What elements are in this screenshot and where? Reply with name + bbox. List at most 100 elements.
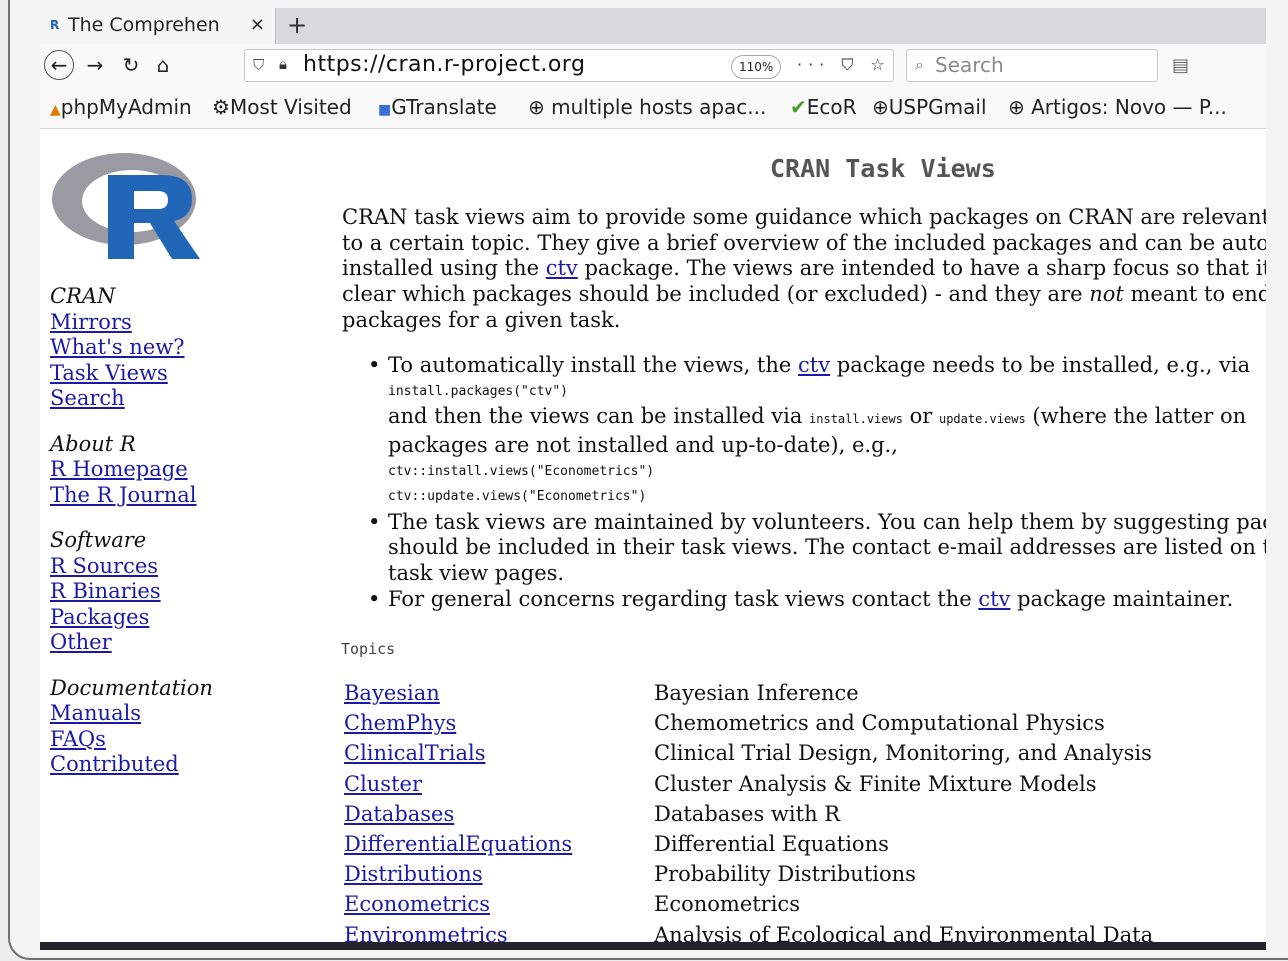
list-item: • To automatically install the views, th… xyxy=(356,353,1266,510)
intro-line: installed using the ctv package. The vie… xyxy=(342,256,1266,281)
topic-link[interactable]: Bayesian xyxy=(344,681,440,705)
topic-description: Probability Distributions xyxy=(654,862,916,887)
bookmark-ecor[interactable]: ✔EcoR xyxy=(790,95,857,119)
topic-description: Databases with R xyxy=(654,801,841,826)
intro-paragraph: CRAN task views aim to provide some guid… xyxy=(342,205,1266,334)
url-text[interactable]: https://cran.r-project.org xyxy=(303,52,585,77)
globe-icon: ⊕ xyxy=(872,95,889,119)
globe-icon: ⊕ xyxy=(1008,95,1025,119)
gear-icon: ⚙ xyxy=(212,95,230,119)
code-update-econometrics: ctv::update.views("Econometrics") xyxy=(388,489,647,505)
ctv-link[interactable]: ctv xyxy=(798,353,830,377)
topic-link[interactable]: ChemPhys xyxy=(344,711,456,735)
table-row: Cluster Cluster Analysis & Finite Mixture… xyxy=(344,772,1244,802)
topic-description: Cluster Analysis & Finite Mixture Models xyxy=(654,771,1097,796)
sidebar-heading-software: Software xyxy=(50,528,147,552)
translate-icon: ■ xyxy=(378,102,392,118)
reload-button[interactable]: ↻ xyxy=(116,50,146,80)
sidebar-link-search[interactable]: Search xyxy=(50,386,125,410)
sidebar: CRAN Mirrors What's new? Task Views Sear… xyxy=(50,284,300,798)
topic-description: Econometrics xyxy=(654,892,800,917)
bullet-list: • To automatically install the views, th… xyxy=(356,353,1266,612)
phpmyadmin-icon: ▲ xyxy=(50,102,61,118)
sidebar-group-docs: Documentation Manuals FAQs Contributed xyxy=(50,676,300,778)
sidebar-link-task-views[interactable]: Task Views xyxy=(50,361,168,385)
lock-icon[interactable]: 🔒︎ xyxy=(279,55,287,73)
topic-link[interactable]: Econometrics xyxy=(344,892,490,916)
r-favicon-icon: R xyxy=(50,18,60,32)
zoom-indicator[interactable]: 110% xyxy=(731,55,782,79)
back-button[interactable]: ← xyxy=(44,50,74,80)
sidebar-link-whats-new[interactable]: What's new? xyxy=(50,335,184,359)
topic-description: Differential Equations xyxy=(654,831,889,856)
bookmark-phpmyadmin[interactable]: ▲phpMyAdmin xyxy=(50,95,192,119)
sidebar-group-software: Software R Sources R Binaries Packages O… xyxy=(50,528,300,656)
forward-button[interactable]: → xyxy=(80,50,110,80)
table-row: DifferentialEquations Differential Equati… xyxy=(344,832,1244,862)
home-button[interactable]: ⌂ xyxy=(148,50,178,80)
table-row: Databases Databases with R xyxy=(344,802,1244,832)
topic-description: Chemometrics and Computational Physics xyxy=(654,711,1105,736)
topic-description: Clinical Trial Design, Monitoring, and A… xyxy=(654,741,1152,766)
navigation-bar: ← → ↻ ⌂ ⛉ 🔒︎ https://cran.r-project.org … xyxy=(40,44,1266,89)
bookmark-artigos[interactable]: ⊕ Artigos: Novo — P... xyxy=(1008,95,1227,119)
intro-line: to a certain topic. They give a brief ov… xyxy=(342,230,1266,255)
new-tab-button[interactable]: + xyxy=(287,11,307,39)
sidebar-group-about: About R R Homepage The R Journal xyxy=(50,432,300,509)
sidebar-link-other[interactable]: Other xyxy=(50,630,112,654)
sidebar-link-faqs[interactable]: FAQs xyxy=(50,727,106,751)
sidebar-link-manuals[interactable]: Manuals xyxy=(50,701,141,725)
sidebar-link-r-homepage[interactable]: R Homepage xyxy=(50,457,188,481)
ctv-link[interactable]: ctv xyxy=(978,587,1010,611)
page-title: CRAN Task Views xyxy=(770,154,996,183)
r-logo-icon[interactable] xyxy=(50,151,204,261)
leaf-icon: ✔ xyxy=(790,95,807,119)
taskbar-edge xyxy=(40,942,1266,950)
bookmark-multiple-hosts[interactable]: ⊕ multiple hosts apac... xyxy=(528,95,766,119)
sidebar-link-contributed[interactable]: Contributed xyxy=(50,752,179,776)
topic-link[interactable]: Distributions xyxy=(344,862,483,886)
sidebar-link-r-journal[interactable]: The R Journal xyxy=(50,483,197,507)
search-placeholder[interactable]: Search xyxy=(935,53,1004,77)
list-item: • For general concerns regarding task vi… xyxy=(368,586,1234,611)
table-row: Econometrics Econometrics xyxy=(344,892,1244,922)
bookmark-most-visited[interactable]: ⚙Most Visited xyxy=(212,95,352,119)
tracking-shield-icon[interactable]: ⛉ xyxy=(253,56,264,74)
list-item: • The task views are maintained by volun… xyxy=(368,509,1266,586)
topic-link[interactable]: Cluster xyxy=(344,772,422,796)
table-row: ChemPhys Chemometrics and Computational P… xyxy=(344,711,1244,741)
sidebar-link-mirrors[interactable]: Mirrors xyxy=(50,310,132,334)
code-install-views: install.views xyxy=(809,412,903,427)
topic-link[interactable]: ClinicalTrials xyxy=(344,741,486,765)
globe-icon: ⊕ xyxy=(528,95,545,119)
bookmark-uspgmail[interactable]: ⊕USPGmail xyxy=(872,95,987,119)
page-actions-icons[interactable]: ··· ⛉ ☆ xyxy=(797,55,891,75)
intro-line: clear which packages should be included … xyxy=(342,282,1266,307)
sidebar-heading-cran: CRAN xyxy=(50,284,116,308)
tab-active[interactable]: R The Comprehen × xyxy=(40,8,276,44)
topics-heading: Topics xyxy=(341,640,396,658)
sidebar-link-r-sources[interactable]: R Sources xyxy=(50,554,158,578)
sidebar-heading-about: About R xyxy=(50,431,136,456)
topic-link[interactable]: Databases xyxy=(344,802,454,826)
search-box[interactable]: ⌕ Search xyxy=(906,49,1158,82)
topics-table: Bayesian Bayesian Inference ChemPhys Chemo… xyxy=(344,681,1244,950)
tab-strip: R The Comprehen × + xyxy=(40,8,1266,44)
browser-window: R The Comprehen × + ← → ↻ ⌂ ⛉ 🔒︎ https:/… xyxy=(40,8,1266,950)
topic-link[interactable]: DifferentialEquations xyxy=(344,832,572,856)
topic-description: Bayesian Inference xyxy=(654,681,859,705)
table-row: Bayesian Bayesian Inference xyxy=(344,681,1244,711)
table-row: ClinicalTrials Clinical Trial Design, Mon… xyxy=(344,741,1244,771)
url-bar[interactable]: ⛉ 🔒︎ https://cran.r-project.org 110% ···… xyxy=(244,49,894,82)
code-install-econometrics: ctv::install.views("Econometrics") xyxy=(388,463,655,479)
intro-line: packages for a given task. xyxy=(342,307,621,332)
reader-view-icon[interactable]: ▤ xyxy=(1172,55,1189,76)
code-install-packages: install.packages("ctv") xyxy=(388,383,569,399)
sidebar-link-r-binaries[interactable]: R Binaries xyxy=(50,579,161,603)
ctv-link[interactable]: ctv xyxy=(546,256,578,280)
bookmark-gtranslate[interactable]: ■GTranslate xyxy=(378,95,497,119)
close-tab-icon[interactable]: × xyxy=(250,14,265,35)
table-row: Distributions Probability Distributions xyxy=(344,862,1244,892)
sidebar-link-packages[interactable]: Packages xyxy=(50,605,149,629)
sidebar-group-cran: CRAN Mirrors What's new? Task Views Sear… xyxy=(50,284,300,412)
